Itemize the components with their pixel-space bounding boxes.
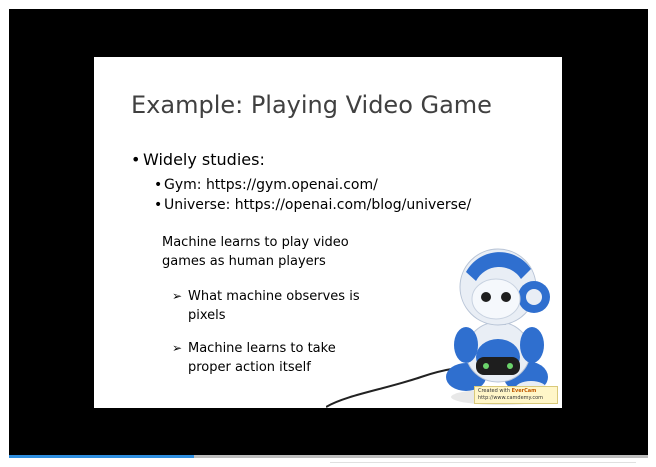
evercam-watermark: Created with EverCam http://www.camdemy.…: [474, 386, 558, 404]
sub-bullet-text: Universe: https://openai.com/blog/univer…: [164, 197, 472, 213]
watermark-line1: Created with EverCam: [478, 388, 537, 394]
bullet-dot-icon: •: [154, 197, 163, 213]
sub-bullet-universe: • Universe: https://openai.com/blog/unive…: [154, 197, 471, 213]
bullet-dot-icon: •: [154, 177, 163, 193]
video-progress-fill: [9, 455, 195, 458]
sub-bullet-gym: • Gym: https://gym.openai.com/: [154, 177, 378, 193]
below-player-divider: [330, 462, 636, 467]
slide-title: Example: Playing Video Game: [131, 91, 492, 119]
bullet-dot-icon: •: [131, 150, 141, 169]
watermark-brand: EverCam: [511, 388, 537, 394]
robot-gamer-icon: [326, 248, 551, 408]
arrowhead-bullet-icon: ➢: [172, 289, 183, 303]
video-progress-bar[interactable]: [9, 455, 648, 458]
arrowhead-bullet-icon: ➢: [172, 341, 183, 355]
bullet-widely-studies: • Widely studies:: [131, 150, 265, 169]
bullet-text: Widely studies:: [143, 150, 265, 169]
slide: Example: Playing Video Game • Widely stud…: [94, 57, 562, 408]
watermark-line2: http://www.camdemy.com: [478, 395, 544, 401]
sub-bullet-text: Gym: https://gym.openai.com/: [164, 177, 378, 193]
video-player[interactable]: Example: Playing Video Game • Widely stud…: [9, 9, 648, 455]
